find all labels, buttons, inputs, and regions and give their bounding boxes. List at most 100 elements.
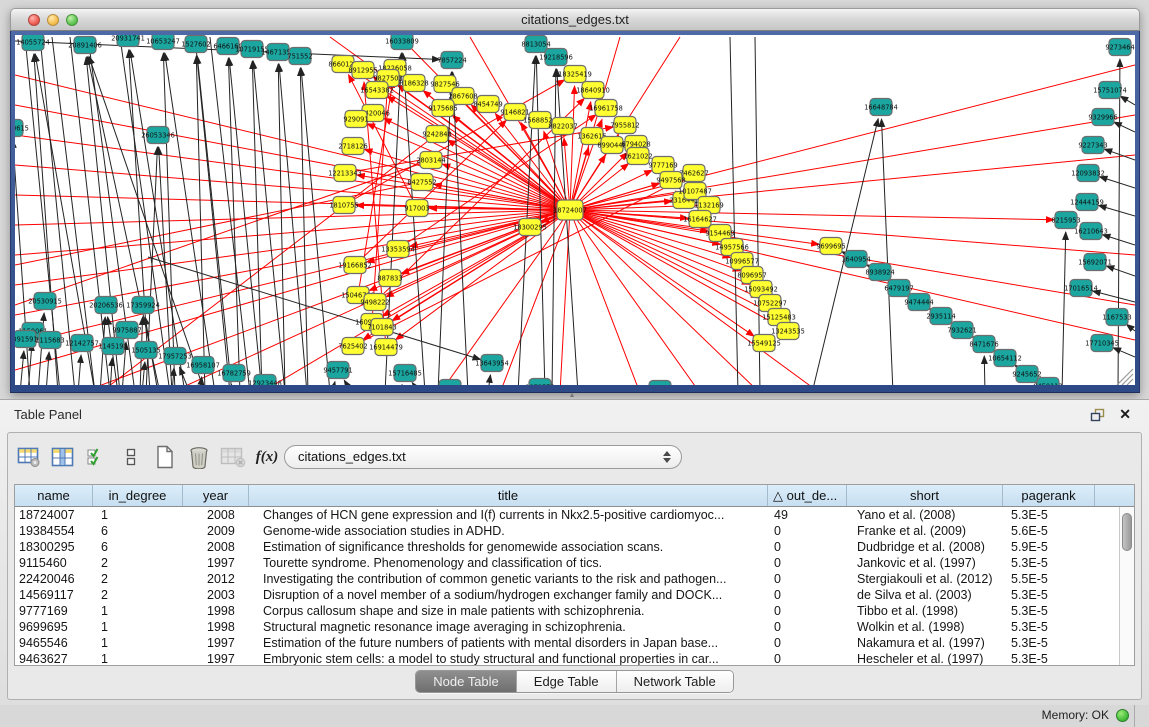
table-cell[interactable]: 2008	[183, 507, 249, 523]
graph-node[interactable]: 2718126	[338, 138, 367, 155]
tab-edge-table[interactable]: Edge Table	[517, 671, 617, 692]
table-cell[interactable]: 5.3E-5	[1003, 555, 1095, 571]
float-panel-icon[interactable]	[1090, 408, 1105, 422]
table-cell[interactable]: 1	[93, 619, 183, 635]
table-cell[interactable]: Tourette syndrome. Phenomenology and cla…	[249, 555, 768, 571]
table-cell[interactable]: 1998	[183, 603, 249, 619]
graph-node[interactable]: 8186328	[399, 75, 428, 92]
table-row[interactable]: 1456911722003Disruption of a novel membe…	[15, 587, 1119, 603]
column-display-icon[interactable]	[50, 443, 76, 471]
table-cell[interactable]: 2	[93, 587, 183, 603]
column-header-year[interactable]: year	[183, 485, 249, 506]
resize-grip-icon[interactable]	[1117, 369, 1133, 385]
graph-node[interactable]: 9497568	[656, 172, 685, 189]
table-cell[interactable]: 5.6E-5	[1003, 523, 1095, 539]
table-cell[interactable]: 2012	[183, 571, 249, 587]
table-cell[interactable]: 0	[768, 539, 847, 555]
graph-node[interactable]: 7857224	[437, 52, 466, 69]
table-cell[interactable]: 18724007	[15, 507, 93, 523]
rows-icon[interactable]	[118, 443, 144, 471]
table-cell[interactable]: 0	[768, 619, 847, 635]
scrollbar-thumb[interactable]	[1122, 513, 1132, 551]
graph-node[interactable]: 1810755	[329, 197, 358, 214]
graph-node[interactable]: 8427552	[407, 174, 436, 191]
column-header-out-de-[interactable]: △ out_de...	[768, 485, 847, 506]
table-cell[interactable]: 0	[768, 587, 847, 603]
table-row[interactable]: 1938455462009Genome-wide association stu…	[15, 523, 1119, 539]
close-panel-icon[interactable]: ✕	[1119, 406, 1131, 423]
table-source-select[interactable]: citations_edges.txt	[284, 445, 682, 469]
table-cell[interactable]: 18300295	[15, 539, 93, 555]
table-cell[interactable]: 2003	[183, 587, 249, 603]
graph-node[interactable]: 15716485	[388, 365, 422, 382]
table-cell[interactable]: 0	[768, 523, 847, 539]
graph-node[interactable]: 917003	[404, 200, 429, 217]
graph-node[interactable]: 751552	[287, 48, 312, 65]
graph-node[interactable]: 8822037	[548, 118, 577, 135]
graph-node[interactable]: 16210643	[1074, 223, 1108, 240]
graph-node[interactable]: 9245011	[645, 381, 674, 386]
table-cell[interactable]: Corpus callosum shape and size in male p…	[249, 603, 768, 619]
table-cell[interactable]: Stergiakouli et al. (2012)	[847, 571, 1003, 587]
table-cell[interactable]: 9463627	[15, 651, 93, 666]
graph-node[interactable]: 16914479	[369, 339, 403, 356]
table-cell[interactable]: 5.9E-5	[1003, 539, 1095, 555]
table-cell[interactable]: Estimation of the future numbers of pati…	[249, 635, 768, 651]
graph-node[interactable]: 9329966	[1088, 109, 1117, 126]
table-cell[interactable]: 9777169	[15, 603, 93, 619]
graph-node[interactable]: 7101843	[367, 319, 396, 336]
table-cell[interactable]: 0	[768, 571, 847, 587]
table-cell[interactable]: 22420046	[15, 571, 93, 587]
table-cell[interactable]: 1	[93, 603, 183, 619]
table-cell[interactable]: 1	[93, 651, 183, 666]
table-cell[interactable]: 5.5E-5	[1003, 571, 1095, 587]
graph-node[interactable]: 16033809	[385, 35, 419, 50]
table-cell[interactable]: 2009	[183, 523, 249, 539]
graph-node[interactable]: 18325419	[558, 66, 592, 83]
graph-node[interactable]: 16782759	[217, 365, 251, 382]
table-cell[interactable]: 2008	[183, 539, 249, 555]
graph-node[interactable]: 9975887	[112, 322, 141, 339]
table-cell[interactable]: 14569117	[15, 587, 93, 603]
graph-node[interactable]: 9118233	[435, 380, 464, 386]
tab-network-table[interactable]: Network Table	[617, 671, 733, 692]
table-cell[interactable]: Tibbo et al. (1998)	[847, 603, 1003, 619]
table-settings-icon[interactable]	[16, 443, 42, 471]
new-table-icon[interactable]	[152, 443, 178, 471]
remove-table-icon[interactable]	[220, 443, 246, 471]
graph-node[interactable]: 1167533	[1102, 309, 1131, 326]
table-cell[interactable]: de Silva et al. (2003)	[847, 587, 1003, 603]
table-cell[interactable]: 0	[768, 555, 847, 571]
table-cell[interactable]: 9115460	[15, 555, 93, 571]
graph-node[interactable]: 13643954	[475, 355, 509, 372]
graph-node[interactable]: 1115683	[35, 332, 64, 349]
graph-node[interactable]: 8215953	[1051, 212, 1080, 229]
graph-node[interactable]: 15549125	[747, 335, 781, 352]
window-titlebar[interactable]: citations_edges.txt	[10, 8, 1140, 31]
graph-node[interactable]: 9450112	[1033, 378, 1062, 386]
column-header-short[interactable]: short	[847, 485, 1003, 506]
network-canvas-container[interactable]: 1872400714055724208914062093174110653247…	[15, 35, 1135, 385]
graph-node[interactable]: 18640910	[576, 82, 610, 99]
tab-node-table[interactable]: Node Table	[416, 671, 517, 692]
graph-node[interactable]: 1052573	[525, 379, 554, 386]
table-row[interactable]: 1830029562008Estimation of significance …	[15, 539, 1119, 555]
table-cell[interactable]: 2	[93, 571, 183, 587]
table-cell[interactable]: 9699695	[15, 619, 93, 635]
graph-node[interactable]: 9699695	[816, 238, 845, 255]
table-row[interactable]: 977716911998Corpus callosum shape and si…	[15, 603, 1119, 619]
table-cell[interactable]: 19384554	[15, 523, 93, 539]
table-cell[interactable]: Changes of HCN gene expression and I(f) …	[249, 507, 768, 523]
graph-node[interactable]: 8938924	[865, 264, 894, 281]
table-cell[interactable]: Hescheler et al. (1997)	[847, 651, 1003, 666]
graph-node[interactable]: 26160615	[15, 120, 29, 137]
table-cell[interactable]: 0	[768, 651, 847, 666]
graph-node[interactable]: 17710345	[1085, 335, 1119, 352]
table-row[interactable]: 1872400712008Changes of HCN gene express…	[15, 507, 1119, 523]
table-row[interactable]: 946362711997Embryonic stem cells: a mode…	[15, 651, 1119, 666]
graph-node[interactable]: 9175685	[428, 100, 457, 117]
table-cell[interactable]: Nakamura et al. (1997)	[847, 635, 1003, 651]
graph-node[interactable]: 20206536	[89, 297, 123, 314]
table-cell[interactable]: 49	[768, 507, 847, 523]
column-header-pagerank[interactable]: pagerank	[1003, 485, 1095, 506]
